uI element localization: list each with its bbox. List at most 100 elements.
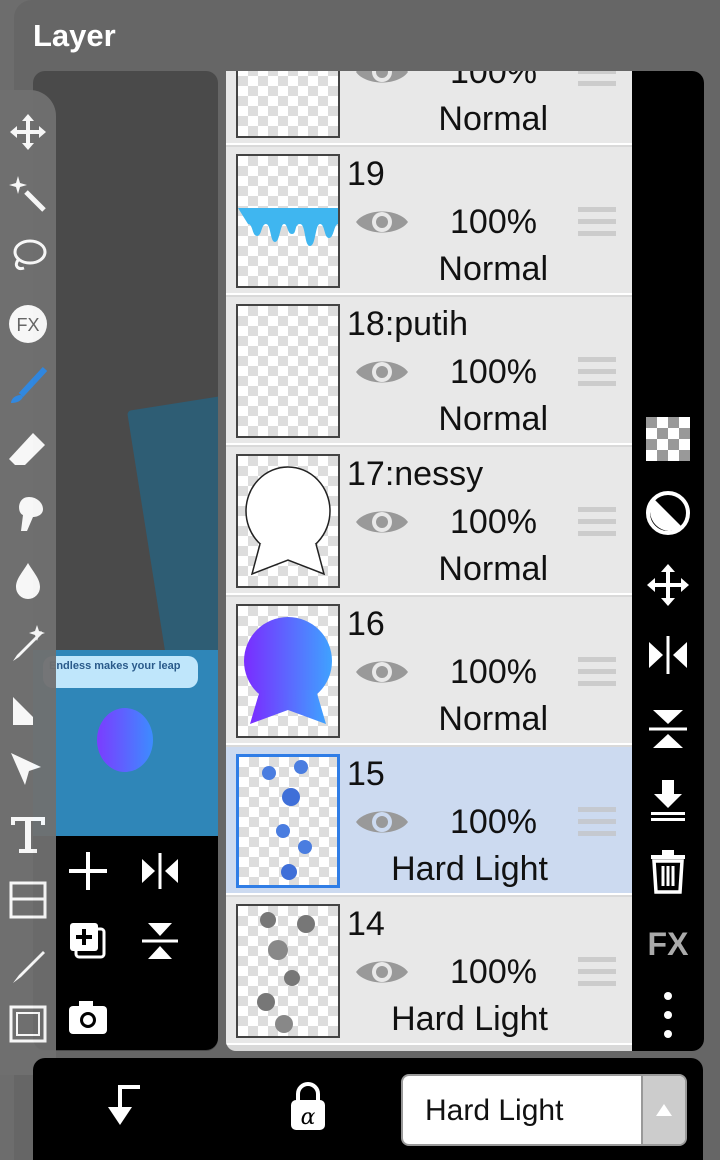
duplicate-icon	[70, 923, 106, 959]
transparency-button[interactable]	[642, 413, 694, 465]
opacity-button[interactable]	[642, 487, 694, 539]
dropper-tool[interactable]	[4, 556, 52, 604]
outline-artwork	[245, 466, 331, 576]
layer-opacity: 100%	[450, 953, 537, 991]
layer-row-selected[interactable]: 15 100% Hard Light	[226, 747, 632, 895]
smudge-tool[interactable]	[4, 490, 52, 538]
flip-canvas-vertical-button[interactable]	[135, 916, 185, 966]
buttons-artwork	[262, 760, 312, 880]
move-tool[interactable]	[4, 108, 52, 156]
text-tool[interactable]	[4, 810, 52, 858]
thumbnail-banner-text: Endless makes your leap	[49, 660, 181, 672]
eye-icon[interactable]	[354, 952, 410, 992]
merge-down-button[interactable]	[642, 773, 694, 825]
layer-thumbnail	[236, 71, 340, 138]
layer-name: 19	[347, 155, 385, 193]
layer-select-tool[interactable]	[4, 1000, 52, 1048]
layer-select-icon	[9, 1005, 47, 1043]
fx-icon: FX	[9, 305, 47, 343]
frame-tool[interactable]	[4, 876, 52, 924]
lasso-tool[interactable]	[4, 232, 52, 280]
gradient-blob-artwork	[244, 617, 332, 724]
fill-icon	[13, 697, 33, 725]
flip-layer-vertical-button[interactable]	[642, 703, 694, 755]
layer-row[interactable]: 17:nessy 100% Normal	[226, 447, 632, 595]
drag-handle-icon[interactable]	[578, 355, 616, 389]
blend-mode-dropdown[interactable]	[641, 1076, 685, 1144]
flip-layer-horizontal-button[interactable]	[642, 629, 694, 681]
checkerboard-icon	[646, 417, 690, 461]
panel-title: Layer	[33, 18, 116, 53]
frame-icon	[9, 881, 47, 919]
layer-row[interactable]: 16 100% Normal	[226, 597, 632, 745]
layer-opacity: 100%	[450, 503, 537, 541]
layer-screen: Layer Endless makes your leap FX 100% No…	[0, 0, 720, 1160]
drag-handle-icon[interactable]	[578, 505, 616, 539]
layer-opacity: 100%	[450, 353, 537, 391]
magic-wand-icon	[9, 176, 46, 212]
fill-tool[interactable]	[4, 684, 52, 732]
delete-layer-button[interactable]	[642, 845, 694, 897]
layer-name: 15	[347, 755, 385, 793]
clipping-button[interactable]	[87, 1072, 157, 1142]
eye-icon[interactable]	[354, 202, 410, 242]
move-layer-button[interactable]	[642, 559, 694, 611]
plus-icon	[69, 852, 107, 890]
eye-icon[interactable]	[354, 502, 410, 542]
pen-tool[interactable]	[4, 620, 52, 668]
magic-wand-tool[interactable]	[4, 170, 52, 218]
alpha-lock-button[interactable]: α	[273, 1072, 343, 1142]
brush-icon	[11, 366, 48, 403]
layer-blend-mode: Normal	[438, 100, 548, 138]
blend-mode-select[interactable]: Hard Light	[401, 1074, 687, 1146]
add-layer-button[interactable]	[63, 846, 113, 896]
layer-opacity: 100%	[450, 203, 537, 241]
svg-text:FX: FX	[16, 315, 39, 335]
eye-icon[interactable]	[354, 71, 410, 92]
fx-icon: FX	[648, 926, 690, 962]
layer-row[interactable]: 100% Normal	[226, 71, 632, 145]
drag-handle-icon[interactable]	[578, 955, 616, 989]
canvas-thumbnail[interactable]: Endless makes your leap	[33, 650, 218, 836]
gray-buttons-artwork	[257, 912, 315, 1033]
layer-blend-mode: Normal	[438, 550, 548, 588]
layer-blend-mode: Normal	[438, 400, 548, 438]
pen-tool-2[interactable]	[4, 942, 52, 990]
layer-fx-button[interactable]: FX	[642, 917, 694, 969]
brush-tool[interactable]	[4, 362, 52, 410]
layer-blend-mode: Hard Light	[391, 1000, 548, 1038]
layer-opacity: 100%	[450, 803, 537, 841]
svg-text:FX: FX	[648, 926, 690, 962]
eye-icon[interactable]	[354, 802, 410, 842]
layer-thumbnail	[236, 304, 340, 438]
eraser-tool[interactable]	[4, 426, 52, 474]
eye-icon[interactable]	[354, 352, 410, 392]
drag-handle-icon[interactable]	[578, 205, 616, 239]
drag-handle-icon[interactable]	[578, 71, 616, 89]
shape-tool[interactable]	[4, 746, 52, 794]
duplicate-layer-button[interactable]	[63, 916, 113, 966]
layer-thumbnail	[236, 904, 340, 1038]
layer-blend-mode: Normal	[438, 250, 548, 288]
layer-blend-mode: Normal	[438, 700, 548, 738]
layer-name: 14	[347, 905, 385, 943]
layer-row[interactable]: 14 100% Hard Light	[226, 897, 632, 1045]
layer-name: 18:putih	[347, 305, 468, 343]
bottom-bar: α Hard Light	[33, 1058, 703, 1160]
alpha-lock-icon: α	[291, 1082, 325, 1130]
layer-thumbnail	[236, 754, 340, 888]
tool-sidebar: FX	[0, 90, 56, 1075]
thumbnail-blob	[97, 708, 153, 772]
flip-canvas-horizontal-button[interactable]	[135, 846, 185, 896]
drag-handle-icon[interactable]	[578, 655, 616, 689]
layer-row[interactable]: 19 100% Normal	[226, 147, 632, 295]
layer-row[interactable]: 18:putih 100% Normal	[226, 297, 632, 445]
fx-tool[interactable]: FX	[4, 300, 52, 348]
more-options-button[interactable]	[642, 989, 694, 1041]
layer-name: 17:nessy	[347, 455, 484, 493]
drag-handle-icon[interactable]	[578, 805, 616, 839]
camera-button[interactable]	[63, 992, 113, 1042]
layer-list[interactable]: 100% Normal 19 100% Normal 18:putih 100%…	[226, 71, 632, 1051]
flip-vertical-icon	[142, 923, 178, 959]
eye-icon[interactable]	[354, 652, 410, 692]
